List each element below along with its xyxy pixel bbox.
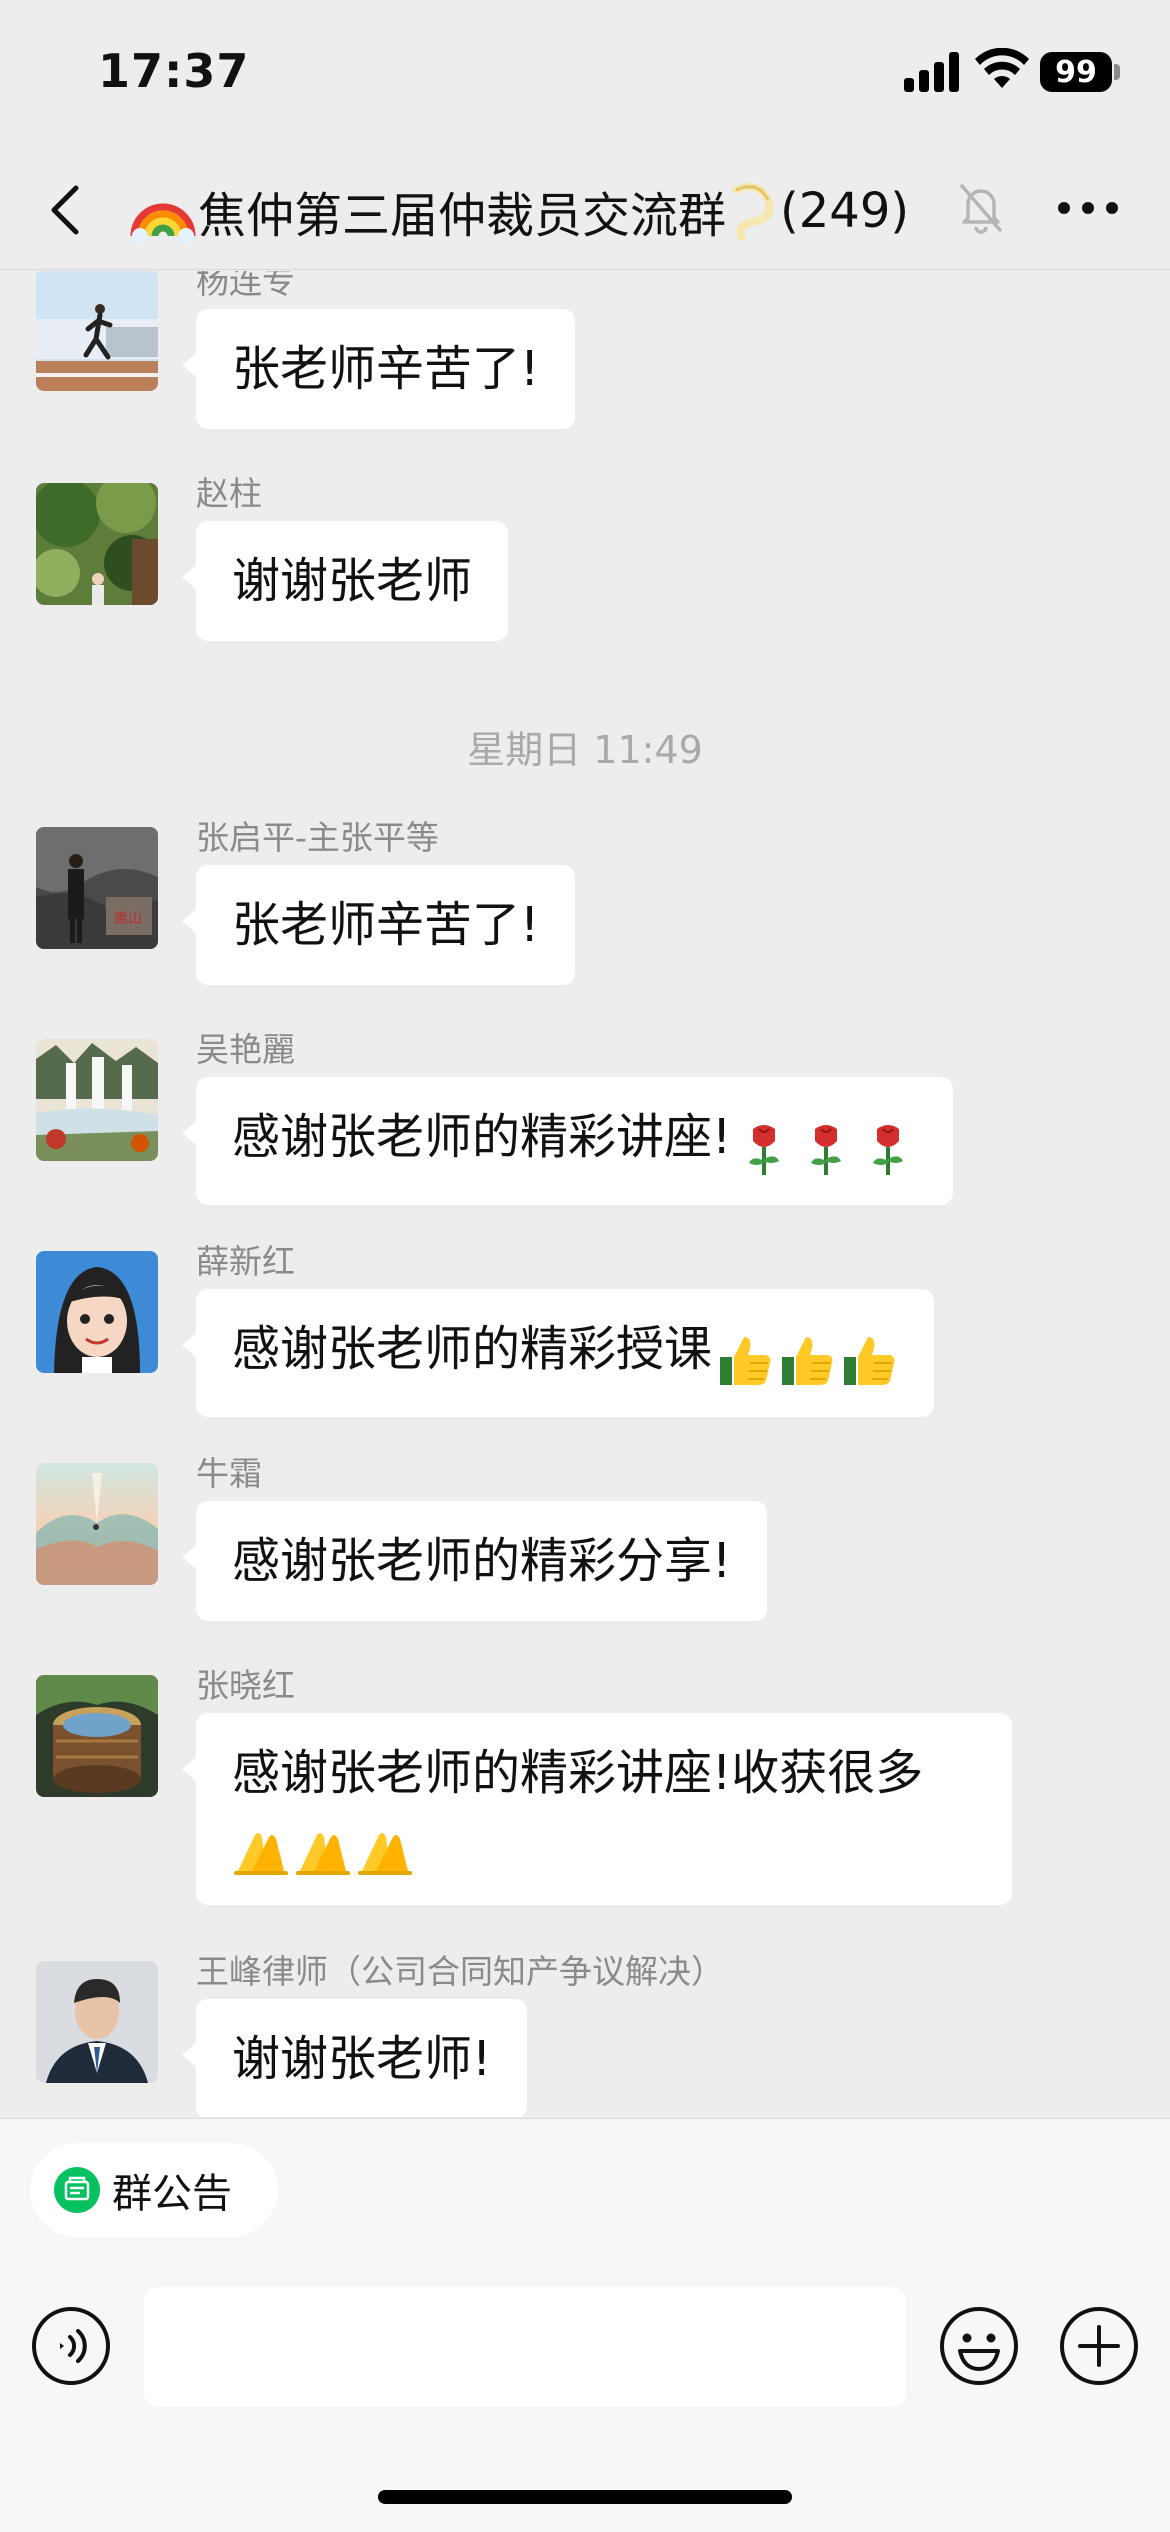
sender-name: 王峰律师（公司合同知产争议解决） — [196, 1952, 724, 1991]
sender-name: 薛新红 — [196, 1242, 295, 1281]
emoji-group — [712, 1325, 898, 1389]
sender-name: 张晓红 — [196, 1666, 295, 1705]
status-bar: 17:37 99 — [0, 0, 1170, 150]
home-indicator[interactable] — [378, 2490, 792, 2504]
message-text: 感谢张老师的精彩分享! — [232, 1533, 732, 1589]
message-text: 感谢张老师的精彩讲座! — [232, 1109, 732, 1165]
thumbs-up-emoji — [720, 1337, 771, 1385]
avatar[interactable] — [36, 1961, 158, 2083]
back-chevron-icon[interactable] — [38, 180, 98, 240]
more-dots-icon[interactable] — [1052, 178, 1124, 238]
message-bubble[interactable]: 张老师辛苦了! — [181, 865, 576, 985]
timestamp-divider: 星期日 11:49 — [467, 728, 703, 772]
folded-hands-emoji — [358, 1833, 412, 1875]
chat-message-list[interactable]: 杨连专 张老师辛苦了! 赵柱 谢谢张老师 星期日 11:49 嵩山 张启平-主张… — [0, 271, 1170, 2117]
message-text: 感谢张老师的精彩授课 — [232, 1321, 713, 1377]
chat-title-group[interactable]: 焦仲第三届仲裁员交流群 (249) — [130, 176, 909, 246]
avatar[interactable]: 嵩山 — [36, 827, 158, 949]
battery-level: 99 — [1055, 54, 1097, 90]
wifi-icon — [975, 48, 1029, 88]
sender-name: 杨连专 — [196, 271, 295, 301]
avatar[interactable] — [36, 271, 158, 391]
sender-name: 张启平-主张平等 — [196, 818, 439, 857]
message-text: 张老师辛苦了! — [232, 341, 540, 397]
sender-name: 吴艳麗 — [196, 1030, 295, 1069]
sender-name: 赵柱 — [196, 474, 262, 513]
message-bubble[interactable]: 感谢张老师的精彩讲座!收获很多 — [182, 1713, 1012, 1905]
avatar[interactable] — [36, 1463, 158, 1585]
avatar[interactable] — [36, 1251, 158, 1373]
message-input[interactable] — [144, 2287, 906, 2407]
status-time: 17:37 — [98, 44, 250, 98]
message-bubble[interactable]: 感谢张老师的精彩讲座! — [181, 1077, 954, 1205]
ribbon-emoji — [732, 182, 774, 240]
message-text: 张老师辛苦了! — [232, 897, 540, 953]
group-announcement-button[interactable]: 群公告 — [30, 2143, 278, 2237]
folded-hands-emoji — [234, 1833, 288, 1875]
plus-icon[interactable] — [1058, 2305, 1140, 2387]
avatar[interactable] — [36, 483, 158, 605]
rose-emoji — [873, 1125, 904, 1175]
member-count: (249) — [780, 183, 910, 239]
announcement-icon — [54, 2167, 100, 2213]
message-text: 感谢张老师的精彩讲座!收获很多 — [232, 1745, 924, 1801]
announcement-label: 群公告 — [112, 2171, 232, 2217]
message-bubble[interactable]: 谢谢张老师! — [181, 1999, 528, 2117]
message-text: 谢谢张老师! — [232, 2031, 492, 2087]
cellular-signal-icon — [904, 52, 960, 92]
chat-input-area: 群公告 — [0, 2118, 1170, 2532]
message-bubble[interactable]: 感谢张老师的精彩授课 — [181, 1289, 935, 1417]
sender-name: 牛霜 — [196, 1454, 262, 1493]
message-bubble[interactable]: 感谢张老师的精彩分享! — [181, 1501, 768, 1621]
rose-emoji — [749, 1125, 780, 1175]
emoji-group — [228, 1813, 414, 1877]
emoji-group — [731, 1113, 917, 1177]
svg-text:嵩山: 嵩山 — [114, 911, 142, 927]
chat-title: 焦仲第三届仲裁员交流群 — [198, 188, 727, 244]
emoji-icon[interactable] — [938, 2305, 1020, 2387]
thumbs-up-emoji — [844, 1337, 895, 1385]
battery-icon: 99 — [1040, 52, 1112, 92]
battery-tip — [1114, 64, 1120, 80]
thumbs-up-emoji — [782, 1337, 833, 1385]
message-bubble[interactable]: 谢谢张老师 — [181, 521, 509, 641]
mute-bell-icon — [960, 184, 1002, 234]
avatar[interactable] — [36, 1675, 158, 1797]
chat-header: 焦仲第三届仲裁员交流群 (249) — [0, 150, 1170, 270]
message-text: 谢谢张老师 — [232, 553, 473, 609]
message-bubble[interactable]: 张老师辛苦了! — [181, 309, 576, 429]
folded-hands-emoji — [296, 1833, 350, 1875]
rose-emoji — [811, 1125, 842, 1175]
rainbow-emoji — [130, 203, 196, 244]
avatar[interactable] — [36, 1039, 158, 1161]
voice-icon[interactable] — [30, 2305, 112, 2387]
